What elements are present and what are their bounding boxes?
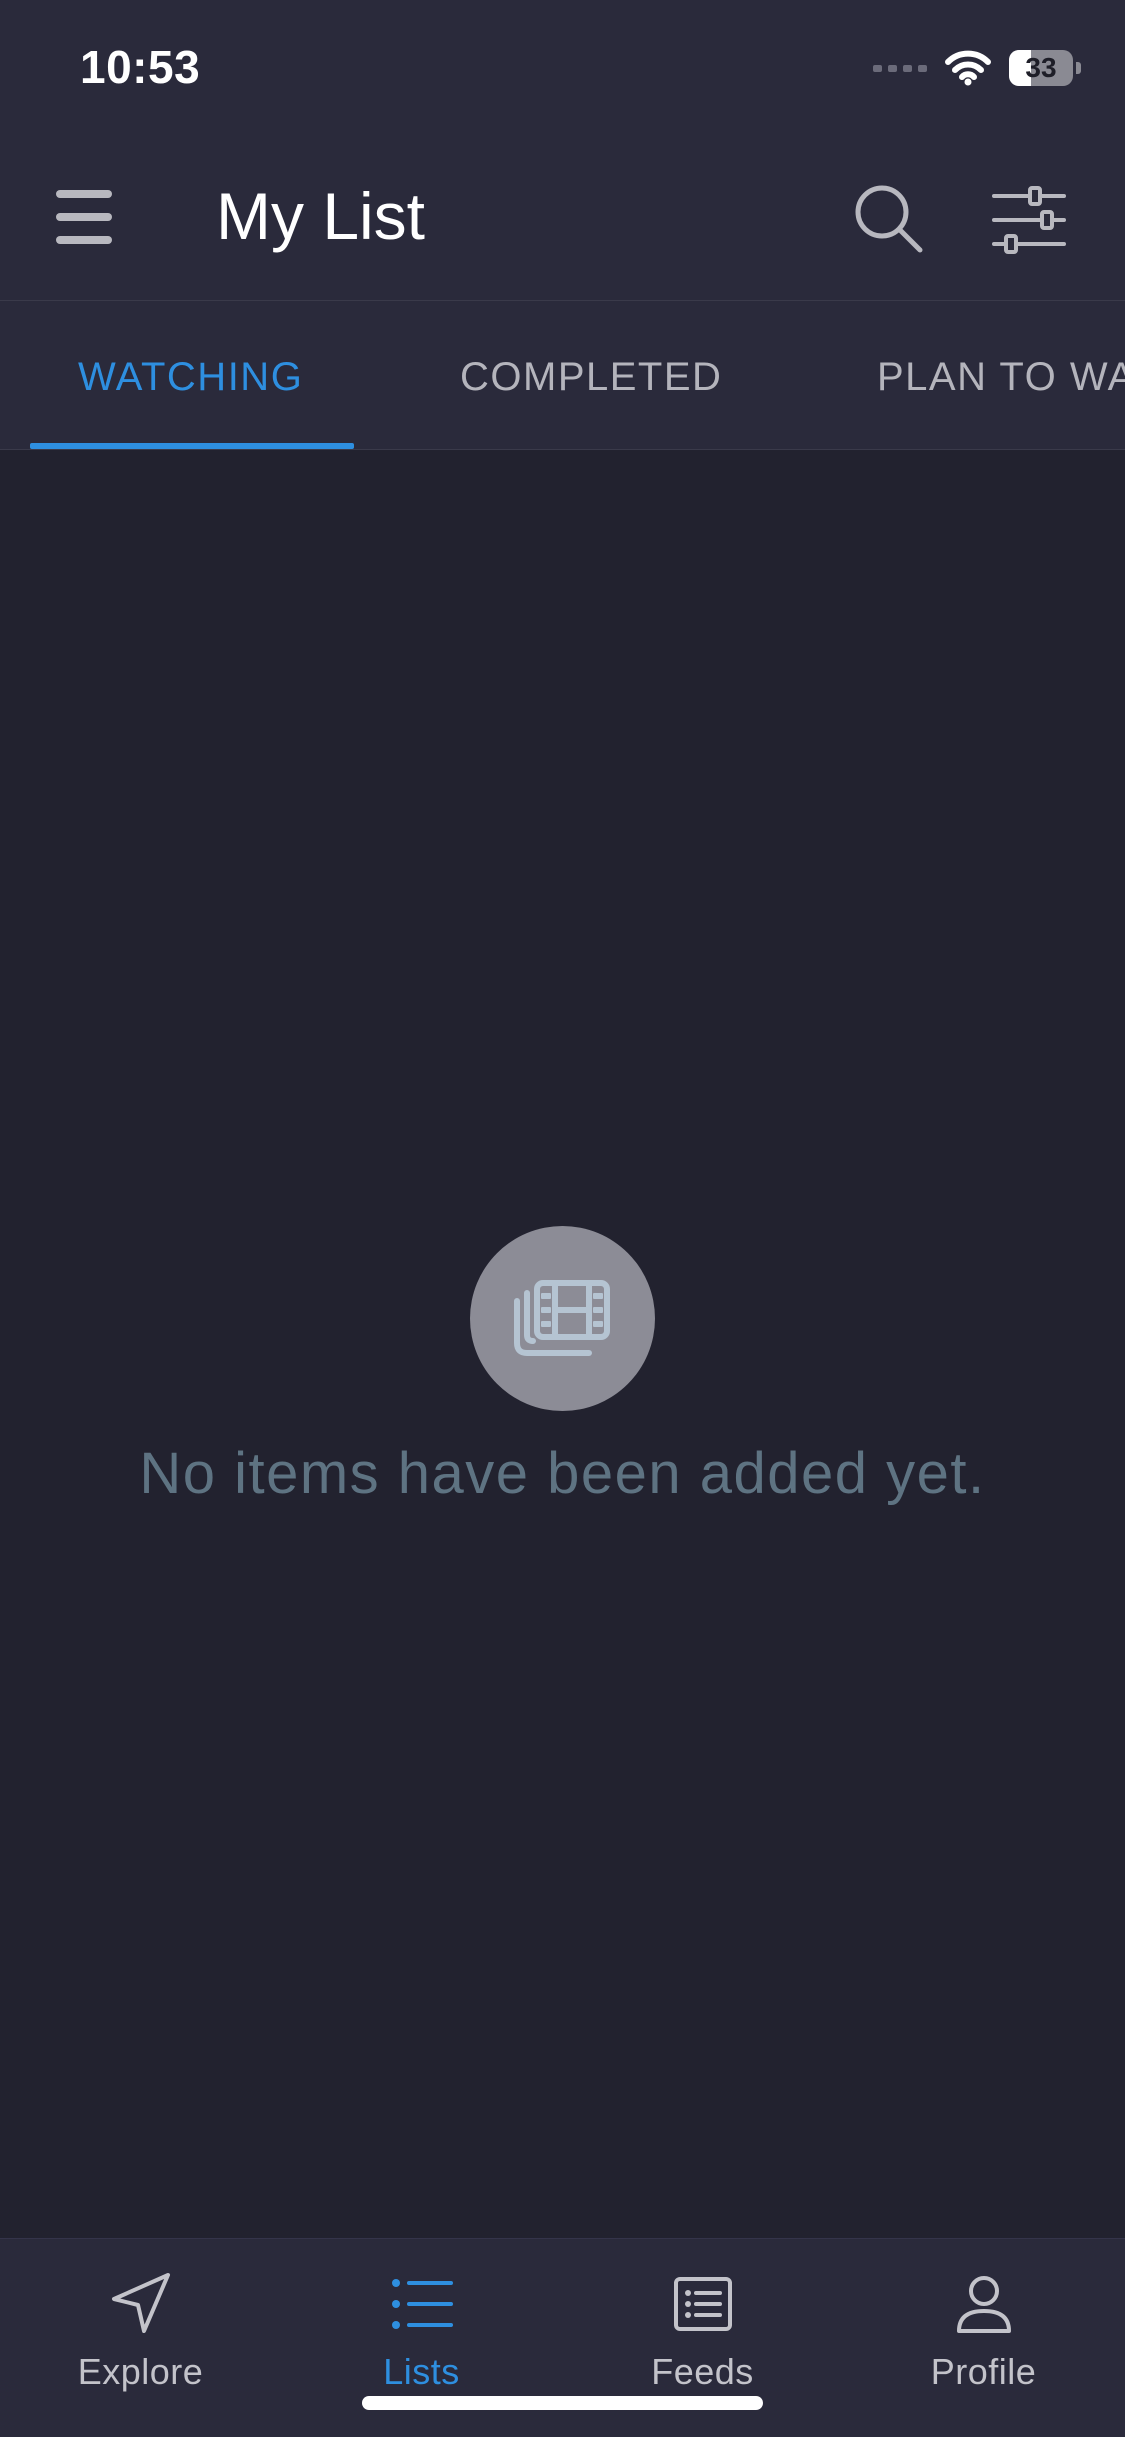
app-header: My List xyxy=(0,140,1125,301)
tab-plan-to-watch[interactable]: PLAN TO WATCH xyxy=(877,355,1125,400)
menu-button[interactable] xyxy=(50,190,118,248)
list-content: No items have been added yet. xyxy=(0,450,1125,2238)
film-stack-icon xyxy=(513,1279,610,1356)
active-tab-indicator xyxy=(30,443,354,449)
status-bar: 10:53 33 xyxy=(0,0,1125,140)
filter-button[interactable] xyxy=(990,182,1068,258)
empty-state-message: No items have been added yet. xyxy=(139,1441,986,1506)
person-icon xyxy=(956,2276,1011,2333)
status-indicators: 33 xyxy=(873,46,1081,90)
status-time: 10:53 xyxy=(80,41,201,93)
cellular-signal-icon xyxy=(873,64,927,72)
list-icon xyxy=(391,2279,453,2329)
nav-profile[interactable]: Profile xyxy=(843,2259,1124,2399)
page-title: My List xyxy=(216,179,426,253)
wifi-icon xyxy=(945,50,991,86)
tab-completed[interactable]: COMPLETED xyxy=(460,355,722,400)
search-button[interactable] xyxy=(852,182,928,258)
nav-lists[interactable]: Lists xyxy=(281,2259,562,2399)
home-indicator[interactable] xyxy=(362,2396,763,2410)
battery-level: 33 xyxy=(1025,52,1057,83)
nav-explore-label: Explore xyxy=(77,2351,204,2392)
list-tabs: WATCHING COMPLETED PLAN TO WATCH xyxy=(0,301,1125,450)
nav-explore[interactable]: Explore xyxy=(0,2259,281,2399)
sliders-icon xyxy=(992,186,1066,254)
search-icon xyxy=(855,185,923,253)
news-feed-icon xyxy=(673,2277,732,2331)
nav-lists-label: Lists xyxy=(383,2351,460,2392)
nav-profile-label: Profile xyxy=(930,2351,1037,2392)
tab-watching[interactable]: WATCHING xyxy=(78,355,303,400)
nav-feeds-label: Feeds xyxy=(651,2351,754,2392)
empty-state-badge xyxy=(470,1226,655,1411)
navigation-arrow-icon xyxy=(111,2273,170,2333)
battery-icon: 33 xyxy=(1009,50,1081,86)
nav-feeds[interactable]: Feeds xyxy=(562,2259,843,2399)
